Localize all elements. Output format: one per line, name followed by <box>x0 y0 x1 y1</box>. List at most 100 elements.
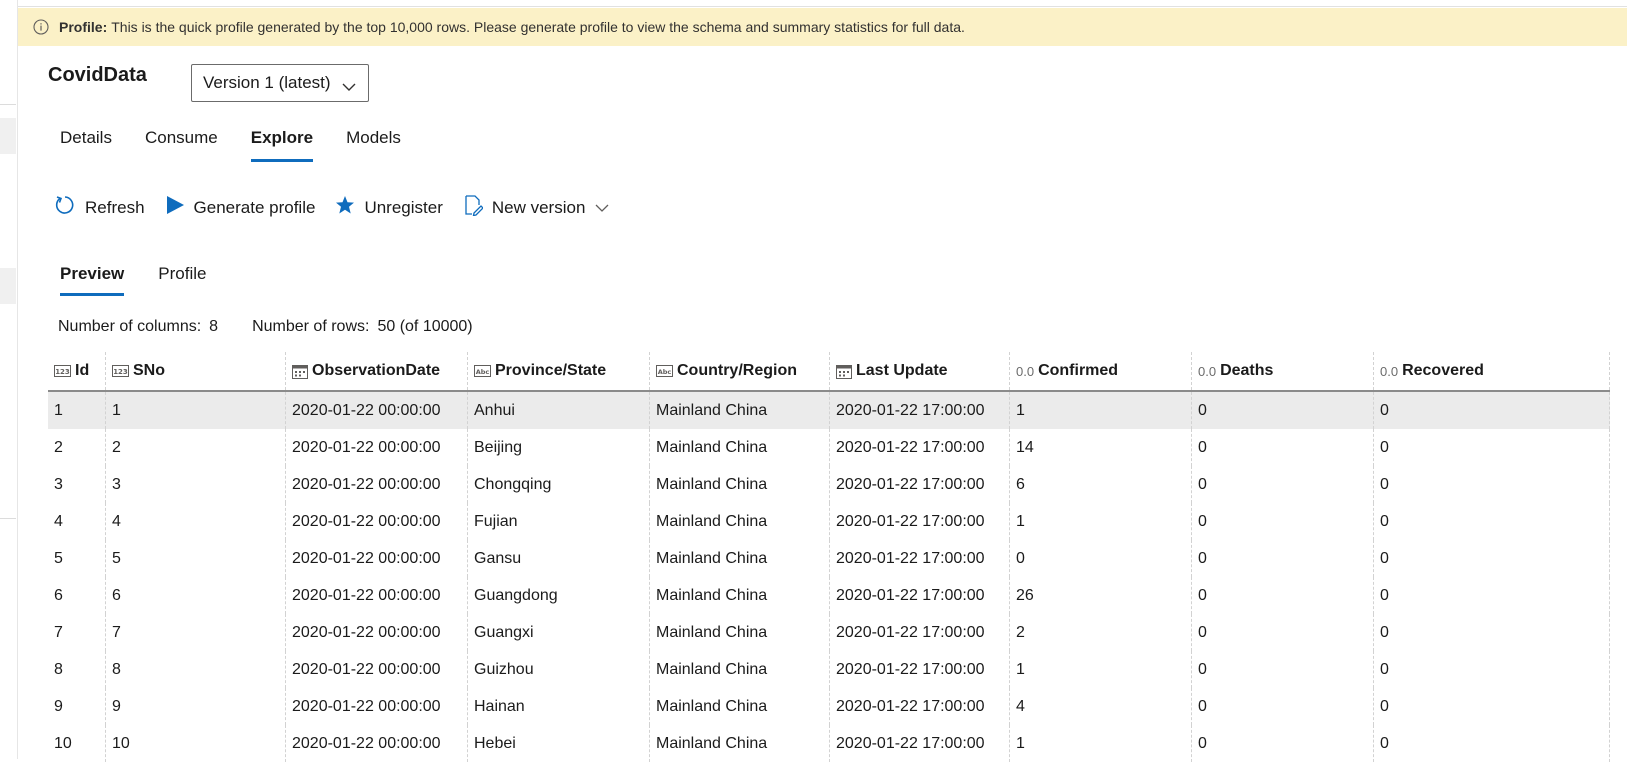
table-row[interactable]: 1 1 2020-01-22 00:00:00 Anhui Mainland China… <box>48 392 1610 429</box>
refresh-label: Refresh <box>85 197 145 217</box>
table-row[interactable]: 4 4 2020-01-22 00:00:00 Fujian Mainland Chin… <box>48 503 1610 540</box>
generate-profile-button[interactable]: Generate profile <box>165 195 316 220</box>
svg-text:123: 123 <box>55 368 70 376</box>
column-header-label: SNo <box>133 362 165 379</box>
column-header[interactable]: Last Update <box>830 352 1010 390</box>
table-cell: 2020-01-22 17:00:00 <box>830 651 1010 688</box>
string-icon: Abc <box>656 365 673 377</box>
table-row[interactable]: 7 7 2020-01-22 00:00:00 Guangxi Mainland Chi… <box>48 614 1610 651</box>
table-cell: Chongqing <box>468 466 650 503</box>
column-header[interactable]: 123 Id <box>48 352 106 390</box>
tab-consume[interactable]: Consume <box>145 128 218 162</box>
table-cell: Mainland China <box>650 540 830 577</box>
table-cell: 0 <box>1374 429 1610 466</box>
tab-models[interactable]: Models <box>346 128 401 162</box>
tab-preview[interactable]: Preview <box>60 264 125 296</box>
table-cell: Guangxi <box>468 614 650 651</box>
table-cell: Mainland China <box>650 725 830 762</box>
row-count: Number of rows: 50 (of 10000) <box>252 318 473 336</box>
table-cell: 2020-01-22 17:00:00 <box>830 503 1010 540</box>
table-row[interactable]: 9 9 2020-01-22 00:00:00 Hainan Mainland Chin… <box>48 688 1610 725</box>
table-cell: 0 <box>1192 503 1374 540</box>
table-cell: 2020-01-22 00:00:00 <box>286 651 468 688</box>
column-count-value: 8 <box>209 318 219 335</box>
table-cell: 6 <box>1010 466 1192 503</box>
table-cell: 0 <box>1374 540 1610 577</box>
column-header[interactable]: Abc Province/State <box>468 352 650 390</box>
table-cell: Mainland China <box>650 614 830 651</box>
int-icon: 123 <box>112 365 129 377</box>
table-cell: 2020-01-22 17:00:00 <box>830 725 1010 762</box>
table-cell: 0 <box>1192 392 1374 429</box>
tab-profile[interactable]: Profile <box>158 264 206 296</box>
table-cell: 2020-01-22 00:00:00 <box>286 429 468 466</box>
table-row[interactable]: 3 3 2020-01-22 00:00:00 Chongqing Mainland C… <box>48 466 1610 503</box>
tab-details[interactable]: Details <box>60 128 112 162</box>
quick-profile-banner: Profile: This is the quick profile gener… <box>18 8 1627 46</box>
table-cell: 1 <box>106 392 286 429</box>
generate-profile-label: Generate profile <box>193 197 316 217</box>
version-value: Version 1 (latest) <box>203 73 331 92</box>
unregister-label: Unregister <box>364 197 443 217</box>
table-cell: 1 <box>1010 725 1192 762</box>
table-cell: 0 <box>1374 577 1610 614</box>
column-header[interactable]: 0.0 Recovered <box>1374 352 1610 390</box>
table-cell: 2020-01-22 17:00:00 <box>830 577 1010 614</box>
row-count-label: Number of rows: <box>252 318 370 335</box>
chevron-down-icon <box>595 198 618 218</box>
new-version-button[interactable]: New version <box>463 194 619 221</box>
table-cell: 4 <box>48 503 106 540</box>
column-header-label: Province/State <box>495 362 607 379</box>
table-cell: 0 <box>1374 688 1610 725</box>
version-dropdown[interactable]: Version 1 (latest) <box>191 64 369 102</box>
row-count-value: 50 (of 10000) <box>377 318 473 335</box>
table-cell: Mainland China <box>650 651 830 688</box>
rail-item[interactable] <box>0 118 16 154</box>
svg-text:Abc: Abc <box>476 368 490 376</box>
refresh-button[interactable]: Refresh <box>54 194 145 221</box>
string-icon: Abc <box>474 365 491 377</box>
dataset-title: CovidData <box>48 64 147 86</box>
table-cell: Anhui <box>468 392 650 429</box>
table-cell: 1 <box>1010 651 1192 688</box>
table-cell: 8 <box>48 651 106 688</box>
table-cell: 0 <box>1374 725 1610 762</box>
column-header[interactable]: ObservationDate <box>286 352 468 390</box>
column-header-label: Id <box>75 362 90 379</box>
table-cell: 2020-01-22 17:00:00 <box>830 429 1010 466</box>
tab-explore[interactable]: Explore <box>250 128 314 162</box>
column-header[interactable]: 123 SNo <box>106 352 286 390</box>
table-cell: Beijing <box>468 429 650 466</box>
column-header[interactable]: 0.0 Confirmed <box>1010 352 1192 390</box>
table-cell: 0 <box>1374 651 1610 688</box>
explore-subtabs: Preview Profile <box>60 264 240 296</box>
rail-divider <box>0 104 16 105</box>
table-cell: Hainan <box>468 688 650 725</box>
table-header-row: 123 Id 123 SNo ObservationDate Abc Province/St… <box>48 352 1610 392</box>
table-cell: 0 <box>1374 614 1610 651</box>
table-row[interactable]: 6 6 2020-01-22 00:00:00 Guangdong Mainland C… <box>48 577 1610 614</box>
table-cell: 3 <box>106 466 286 503</box>
table-cell: 9 <box>48 688 106 725</box>
column-header[interactable]: 0.0 Deaths <box>1192 352 1374 390</box>
table-cell: 2 <box>106 429 286 466</box>
table-row[interactable]: 2 2 2020-01-22 00:00:00 Beijing Mainland Chi… <box>48 429 1610 466</box>
table-cell: 1 <box>1010 392 1192 429</box>
table-cell: 0 <box>1192 688 1374 725</box>
table-cell: 2020-01-22 00:00:00 <box>286 392 468 429</box>
table-cell: 6 <box>48 577 106 614</box>
rail-item[interactable] <box>0 268 16 304</box>
column-header-label: Confirmed <box>1038 362 1119 379</box>
column-header[interactable]: Abc Country/Region <box>650 352 830 390</box>
column-header-label: Deaths <box>1220 362 1274 379</box>
table-row[interactable]: 8 8 2020-01-22 00:00:00 Guizhou Mainland Chi… <box>48 651 1610 688</box>
unregister-button[interactable]: Unregister <box>335 195 443 220</box>
new-version-label: New version <box>491 197 586 217</box>
banner-label: Profile: <box>59 19 108 35</box>
table-cell: 2020-01-22 00:00:00 <box>286 725 468 762</box>
table-row[interactable]: 10 10 2020-01-22 00:00:00 Hebei Mainland Chi… <box>48 725 1610 762</box>
table-cell: 2020-01-22 00:00:00 <box>286 688 468 725</box>
float-icon: 0.0 <box>1380 363 1399 379</box>
table-cell: 4 <box>106 503 286 540</box>
table-row[interactable]: 5 5 2020-01-22 00:00:00 Gansu Mainland China… <box>48 540 1610 577</box>
